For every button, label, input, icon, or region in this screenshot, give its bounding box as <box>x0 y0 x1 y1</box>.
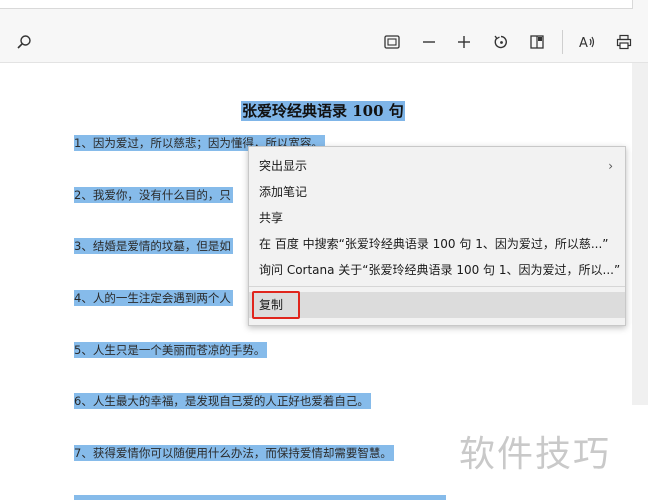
menu-item-label: 添加笔记 <box>259 185 308 199</box>
svg-text:A: A <box>579 36 588 50</box>
fit-page-icon[interactable] <box>383 33 401 51</box>
menu-item-add-note[interactable]: 添加笔记 <box>249 179 625 205</box>
print-icon[interactable] <box>615 33 633 51</box>
search-icon[interactable] <box>15 33 33 51</box>
menu-item-label: 突出显示 <box>259 159 308 173</box>
menu-item-label: 询问 Cortana 关于“张爱玲经典语录 100 句 1、因为爱过，所以...… <box>259 263 621 277</box>
menu-item-label: 在 百度 中搜索“张爱玲经典语录 100 句 1、因为爱过，所以慈...” <box>259 237 609 251</box>
menu-item-ask-cortana[interactable]: 询问 Cortana 关于“张爱玲经典语录 100 句 1、因为爱过，所以...… <box>249 257 625 283</box>
tab-strip-inner <box>0 0 633 9</box>
vertical-scrollbar[interactable] <box>632 63 648 405</box>
document-title: 张爱玲经典语录 100 句 <box>241 101 405 121</box>
menu-item-search-baidu[interactable]: 在 百度 中搜索“张爱玲经典语录 100 句 1、因为爱过，所以慈...” <box>249 231 625 257</box>
zoom-in-icon[interactable] <box>455 33 473 51</box>
toolbar-separator <box>562 30 563 54</box>
page-view-icon[interactable] <box>528 33 546 51</box>
read-aloud-icon[interactable]: A <box>578 33 596 51</box>
menu-item-highlight[interactable]: 突出显示 › <box>249 153 625 179</box>
menu-item-copy[interactable]: 复制 <box>249 292 625 318</box>
tab-strip <box>0 0 648 22</box>
quote-line: 3、结婚是爱情的坟墓，但是如 <box>74 238 233 254</box>
scrollbar-gap <box>632 405 648 500</box>
pdf-toolbar: A <box>0 22 648 63</box>
quote-line-partial <box>74 495 446 500</box>
menu-item-label: 共享 <box>259 211 284 225</box>
copy-highlight-box <box>252 291 300 319</box>
context-menu: 突出显示 › 添加笔记 共享 在 百度 中搜索“张爱玲经典语录 100 句 1、… <box>248 146 626 326</box>
chevron-right-icon: › <box>608 159 613 173</box>
watermark-text: 软件技巧 <box>459 434 612 475</box>
zoom-out-icon[interactable] <box>420 33 438 51</box>
quote-line: 7、获得爱情你可以随便用什么办法，而保持爱情却需要智慧。 <box>74 445 394 461</box>
quote-line: 2、我爱你，没有什么目的，只 <box>74 187 233 203</box>
menu-separator <box>249 286 625 287</box>
menu-item-share[interactable]: 共享 <box>249 205 625 231</box>
quote-line: 6、人生最大的幸福，是发现自己爱的人正好也爱着自己。 <box>74 393 371 409</box>
quote-line: 4、人的一生注定会遇到两个人 <box>74 290 233 306</box>
quote-line: 5、人生只是一个美丽而苍凉的手势。 <box>74 342 268 358</box>
rotate-icon[interactable] <box>492 33 510 51</box>
